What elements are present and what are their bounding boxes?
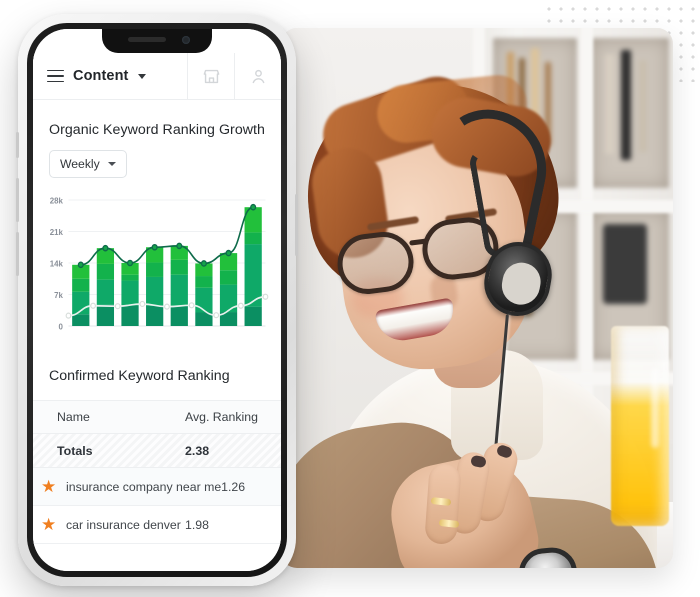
totals-value: 2.38 [185,443,210,458]
store-icon[interactable] [187,52,234,100]
earpiece-speaker [128,37,166,42]
table-row[interactable]: ★ car insurance denver 1.98 [33,506,281,544]
svg-text:21k: 21k [50,228,64,237]
screenshot-root: Content Organic Keyword Ranking Growth W… [0,0,700,597]
column-header-name: Name [57,410,90,424]
phone-mute-switch[interactable] [16,132,19,158]
chevron-down-icon[interactable] [138,73,147,79]
hamburger-menu-icon[interactable] [47,69,64,83]
chart-svg: 0 7k 14k 21k 28k [50,196,269,332]
phone-mockup: Content Organic Keyword Ranking Growth W… [16,14,298,586]
table-section-title: Confirmed Keyword Ranking [49,368,230,384]
svg-text:7k: 7k [54,291,63,300]
period-dropdown-label: Weekly [60,157,100,171]
svg-text:0: 0 [59,322,64,331]
photo-juice-glass [611,326,669,526]
front-camera-icon [182,36,190,44]
phone-volume-down-button[interactable] [16,232,19,276]
phone-notch [102,29,212,53]
totals-label: Totals [57,443,93,458]
phone-bezel: Content Organic Keyword Ranking Growth W… [27,23,287,577]
period-dropdown[interactable]: Weekly [49,150,127,178]
photo-image [281,28,673,568]
phone-power-button[interactable] [295,194,298,256]
photo-glass-highlight [651,368,659,448]
app-title: Content [73,68,129,84]
table-row[interactable]: ★ insurance company near me 1.26 [33,468,281,506]
app-container: Content Organic Keyword Ranking Growth W… [33,29,281,571]
photo-card [281,28,673,568]
app-header-bar: Content [33,52,281,100]
phone-screen: Content Organic Keyword Ranking Growth W… [33,29,281,571]
organic-keyword-growth-chart: 0 7k 14k 21k 28k [39,192,271,342]
keyword-ranking-table: Name Avg. Ranking Totals 2.38 ★ insuranc… [33,400,281,544]
chart-section-title: Organic Keyword Ranking Growth [49,122,265,138]
star-icon[interactable]: ★ [41,516,57,533]
keyword-avg-ranking: 1.26 [221,479,246,494]
column-header-avg-ranking: Avg. Ranking [185,410,258,424]
keyword-name: insurance company near me [66,479,222,494]
user-account-icon[interactable] [234,52,281,100]
table-row-totals: Totals 2.38 [33,434,281,468]
keyword-name: car insurance denver [66,517,181,532]
chart-container: 0 7k 14k 21k 28k [33,178,281,342]
svg-text:14k: 14k [50,259,64,268]
svg-text:28k: 28k [50,196,64,205]
star-icon[interactable]: ★ [41,478,57,495]
caret-down-icon [107,162,116,166]
table-header-row: Name Avg. Ranking [33,400,281,434]
keyword-avg-ranking: 1.98 [185,517,209,532]
phone-volume-up-button[interactable] [16,178,19,222]
